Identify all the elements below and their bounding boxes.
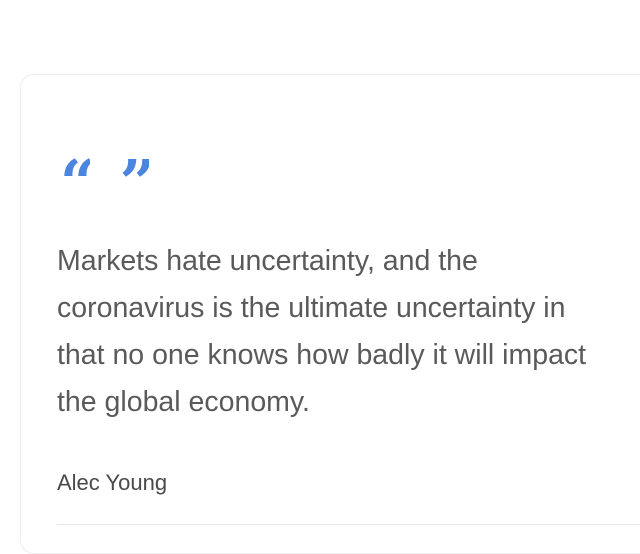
quote-text: Markets hate uncertainty, and the corona… xyxy=(57,245,587,418)
quote-marks: “ ” xyxy=(60,152,149,188)
open-quote-icon: “ xyxy=(60,152,90,188)
quote-author: Alec Young xyxy=(57,470,168,495)
close-quote-icon: ” xyxy=(120,152,150,188)
divider xyxy=(57,524,640,525)
